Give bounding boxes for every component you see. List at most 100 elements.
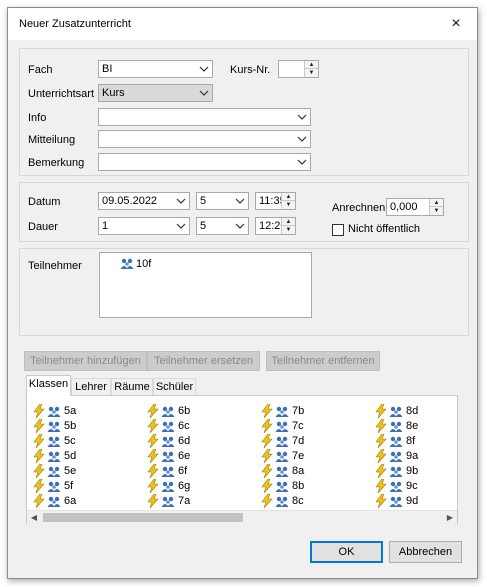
class-label: 6g [178, 480, 191, 492]
lightning-icon [147, 419, 159, 433]
class-item[interactable]: 7e [261, 449, 361, 464]
spin-up-icon[interactable]: ▲ [430, 199, 443, 207]
spin-down-icon[interactable]: ▼ [305, 69, 318, 77]
class-item[interactable]: 5c [33, 434, 133, 449]
lightning-icon [33, 449, 45, 463]
lightning-icon [261, 449, 273, 463]
participant-label: 10f [136, 258, 152, 270]
class-item[interactable]: 5a [33, 404, 133, 419]
group-icon [389, 436, 403, 447]
class-item[interactable]: 9a [375, 449, 475, 464]
spin-down-icon[interactable]: ▼ [282, 201, 295, 209]
participants-list[interactable]: 10f [99, 252, 312, 318]
chevron-down-icon [235, 223, 245, 229]
lightning-icon [375, 434, 387, 448]
anrechnen-spinner[interactable]: 0,000 ▲ ▼ [386, 198, 444, 216]
class-item[interactable]: 5f [33, 479, 133, 494]
class-label: 8a [292, 465, 305, 477]
lightning-icon [33, 464, 45, 478]
class-item[interactable]: 7c [261, 419, 361, 434]
dialog-window: Neuer Zusatzunterricht × Fach BI Kurs-Nr… [7, 7, 478, 579]
class-item[interactable]: 7d [261, 434, 361, 449]
spin-up-icon[interactable]: ▲ [282, 218, 295, 226]
class-item[interactable]: 8e [375, 419, 475, 434]
replace-participant-button[interactable]: Teilnehmer ersetzen [147, 351, 260, 371]
class-item[interactable]: 8c [261, 494, 361, 509]
group-icon [161, 436, 175, 447]
title-bar: Neuer Zusatzunterricht × [8, 8, 477, 40]
datum-time-spinner[interactable]: 11:35 ▲ ▼ [255, 192, 296, 210]
group-icon [47, 466, 61, 477]
class-item[interactable]: 9d [375, 494, 475, 509]
class-item[interactable]: 6e [147, 449, 247, 464]
lightning-icon [33, 479, 45, 493]
class-item[interactable]: 6d [147, 434, 247, 449]
dauer-period-select[interactable]: 5 [196, 217, 249, 235]
fach-label: Fach [28, 64, 53, 76]
class-item[interactable]: 7b [261, 404, 361, 419]
class-item[interactable]: 9c [375, 479, 475, 494]
spin-up-icon[interactable]: ▲ [282, 193, 295, 201]
dauer-time-spinner[interactable]: 12:20 ▲ ▼ [255, 217, 296, 235]
tab-raeume[interactable]: Räume [111, 378, 153, 396]
kursnr-spin-buttons[interactable]: ▲ ▼ [304, 61, 318, 77]
scroll-thumb[interactable] [43, 513, 243, 522]
class-label: 5d [64, 450, 77, 462]
class-item[interactable]: 8d [375, 404, 475, 419]
class-item[interactable]: 6c [147, 419, 247, 434]
lightning-icon [147, 494, 159, 508]
class-item[interactable]: 5b [33, 419, 133, 434]
group-icon [120, 258, 134, 269]
datum-select[interactable]: 09.05.2022 [98, 192, 190, 210]
class-item[interactable]: 7a [147, 494, 247, 509]
class-label: 8e [406, 420, 419, 432]
class-item[interactable]: 6f [147, 464, 247, 479]
tab-lehrer[interactable]: Lehrer [71, 378, 111, 396]
anrechnen-spin-buttons[interactable]: ▲ ▼ [429, 199, 443, 215]
unterrichtsart-value: Kurs [102, 87, 125, 99]
dauer-time-spin-buttons[interactable]: ▲ ▼ [281, 218, 295, 234]
class-label: 7d [292, 435, 305, 447]
lightning-icon [261, 479, 273, 493]
bemerkung-field[interactable] [98, 153, 311, 171]
class-item[interactable]: 5e [33, 464, 133, 479]
class-item[interactable]: 8b [261, 479, 361, 494]
cancel-button[interactable]: Abbrechen [389, 541, 462, 563]
class-item[interactable]: 8a [261, 464, 361, 479]
fach-value: BI [102, 63, 113, 75]
dauer-select[interactable]: 1 [98, 217, 190, 235]
scroll-right-icon[interactable]: ▶ [443, 511, 457, 524]
nicht-oeffentlich-checkbox[interactable] [332, 224, 344, 236]
info-field[interactable] [98, 108, 311, 126]
spin-down-icon[interactable]: ▼ [282, 226, 295, 234]
lightning-icon [147, 434, 159, 448]
kursnr-spinner[interactable]: ▲ ▼ [278, 60, 319, 78]
add-participant-button[interactable]: Teilnehmer hinzufügen [24, 351, 147, 371]
class-item[interactable]: 8f [375, 434, 475, 449]
tab-klassen[interactable]: Klassen [26, 375, 71, 396]
chevron-down-icon [199, 90, 209, 96]
class-item[interactable]: 6g [147, 479, 247, 494]
fach-select[interactable]: BI [98, 60, 213, 78]
datum-time-spin-buttons[interactable]: ▲ ▼ [281, 193, 295, 209]
mitteilung-field[interactable] [98, 130, 311, 148]
class-item[interactable]: 9b [375, 464, 475, 479]
tab-schueler[interactable]: Schüler [153, 378, 196, 396]
remove-participant-button[interactable]: Teilnehmer entfernen [266, 351, 380, 371]
ok-button[interactable]: OK [310, 541, 383, 563]
class-item[interactable]: 5d [33, 449, 133, 464]
class-label: 6b [178, 405, 191, 417]
horizontal-scrollbar[interactable]: ◀ ▶ [27, 510, 457, 524]
class-label: 6e [178, 450, 191, 462]
unterrichtsart-select[interactable]: Kurs [98, 84, 213, 102]
class-item[interactable]: 6a [33, 494, 133, 509]
class-item[interactable]: 6b [147, 404, 247, 419]
spin-down-icon[interactable]: ▼ [430, 207, 443, 215]
lightning-icon [375, 464, 387, 478]
spin-up-icon[interactable]: ▲ [305, 61, 318, 69]
schedule-group: Datum 09.05.2022 5 11:35 ▲ ▼ Anrechnen 0… [19, 182, 469, 242]
datum-period-select[interactable]: 5 [196, 192, 249, 210]
close-icon[interactable]: × [445, 13, 467, 35]
group-icon [389, 481, 403, 492]
scroll-left-icon[interactable]: ◀ [27, 511, 41, 524]
